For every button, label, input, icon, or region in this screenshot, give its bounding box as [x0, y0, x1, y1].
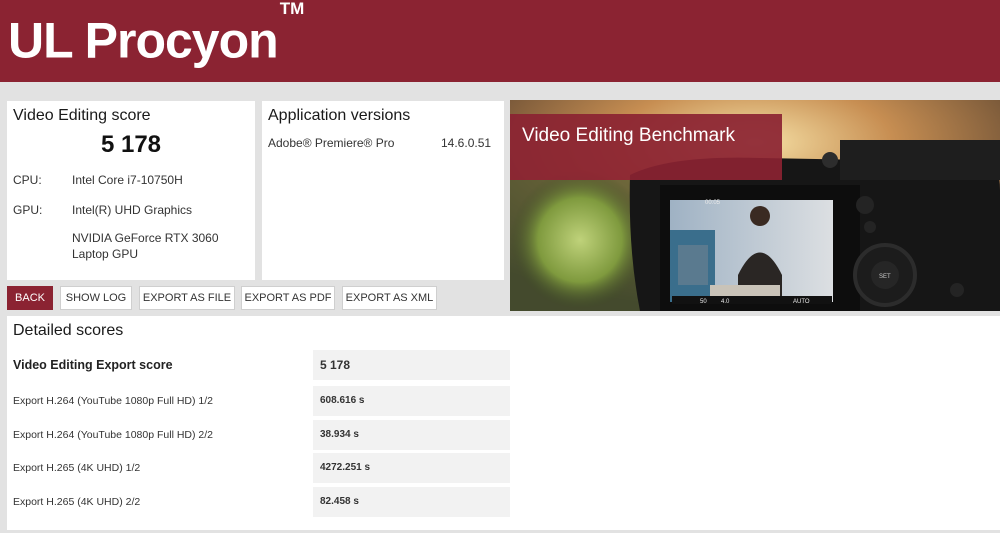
video-editing-score-card: Video Editing score 5 178 CPU: Intel Cor… — [7, 101, 255, 280]
score-row-value: 38.934 s — [313, 420, 510, 450]
gpu-value-primary: Intel(R) UHD Graphics — [72, 203, 193, 217]
gpu-label: GPU: — [13, 203, 43, 217]
score-row-label: Export H.265 (4K UHD) 1/2 — [13, 462, 141, 474]
set-button-label: SET — [879, 274, 891, 280]
score-row-label: Video Editing Export score — [13, 358, 173, 372]
overall-score: 5 178 — [100, 131, 162, 158]
back-button[interactable]: BACK — [7, 286, 53, 310]
score-row-value: 608.616 s — [313, 386, 510, 416]
application-versions-card: Application versions Adobe® Premiere® Pr… — [262, 101, 504, 280]
score-row-value: 5 178 — [313, 350, 510, 380]
aperture-readout: 4.0 — [721, 299, 730, 305]
score-row: Video Editing Export score 5 178 — [13, 350, 510, 380]
score-row-value: 4272.251 s — [313, 453, 510, 483]
export-as-xml-button[interactable]: EXPORT AS XML — [342, 286, 437, 310]
benchmark-hero-image: 00:05 50 4.0 AUTO SET Video Editing Benc… — [510, 100, 1000, 311]
score-row-value: 82.458 s — [313, 487, 510, 517]
show-log-button[interactable]: SHOW LOG — [60, 286, 132, 310]
iso-readout: AUTO — [793, 299, 810, 305]
cpu-value: Intel Core i7-10750H — [72, 173, 183, 187]
app-header: UL ProcyonTM — [0, 0, 1000, 82]
hero-title-banner: Video Editing Benchmark — [510, 114, 782, 180]
versions-card-title: Application versions — [268, 107, 411, 124]
score-row-label: Export H.265 (4K UHD) 2/2 — [13, 496, 141, 508]
timecode-readout: 00:05 — [705, 200, 721, 206]
shutter-readout: 50 — [700, 299, 707, 305]
detailed-scores-title: Detailed scores — [13, 322, 124, 339]
score-row: Export H.265 (4K UHD) 2/2 82.458 s — [13, 487, 510, 517]
score-row: Export H.265 (4K UHD) 1/2 4272.251 s — [13, 453, 510, 483]
cpu-label: CPU: — [13, 173, 42, 187]
score-row-label: Export H.264 (YouTube 1080p Full HD) 2/2 — [13, 429, 214, 441]
trademark-mark: TM — [279, 0, 305, 18]
ul-procyon-logo: UL ProcyonTM — [8, 0, 304, 70]
score-row: Export H.264 (YouTube 1080p Full HD) 2/2… — [13, 420, 510, 450]
detailed-scores-card: Detailed scores Video Editing Export sco… — [7, 316, 1000, 530]
score-card-title: Video Editing score — [13, 107, 151, 124]
app-name: Adobe® Premiere® Pro — [268, 136, 395, 150]
hero-title: Video Editing Benchmark — [522, 125, 735, 146]
brand-name: UL Procyon — [8, 12, 279, 69]
gpu-value-secondary: NVIDIA GeForce RTX 3060 Laptop GPU — [72, 231, 219, 261]
score-row: Export H.264 (YouTube 1080p Full HD) 1/2… — [13, 386, 510, 416]
export-as-pdf-button[interactable]: EXPORT AS PDF — [241, 286, 335, 310]
app-version: 14.6.0.51 — [441, 136, 492, 150]
export-as-file-button[interactable]: EXPORT AS FILE — [139, 286, 235, 310]
score-row-label: Export H.264 (YouTube 1080p Full HD) 1/2 — [13, 395, 214, 407]
